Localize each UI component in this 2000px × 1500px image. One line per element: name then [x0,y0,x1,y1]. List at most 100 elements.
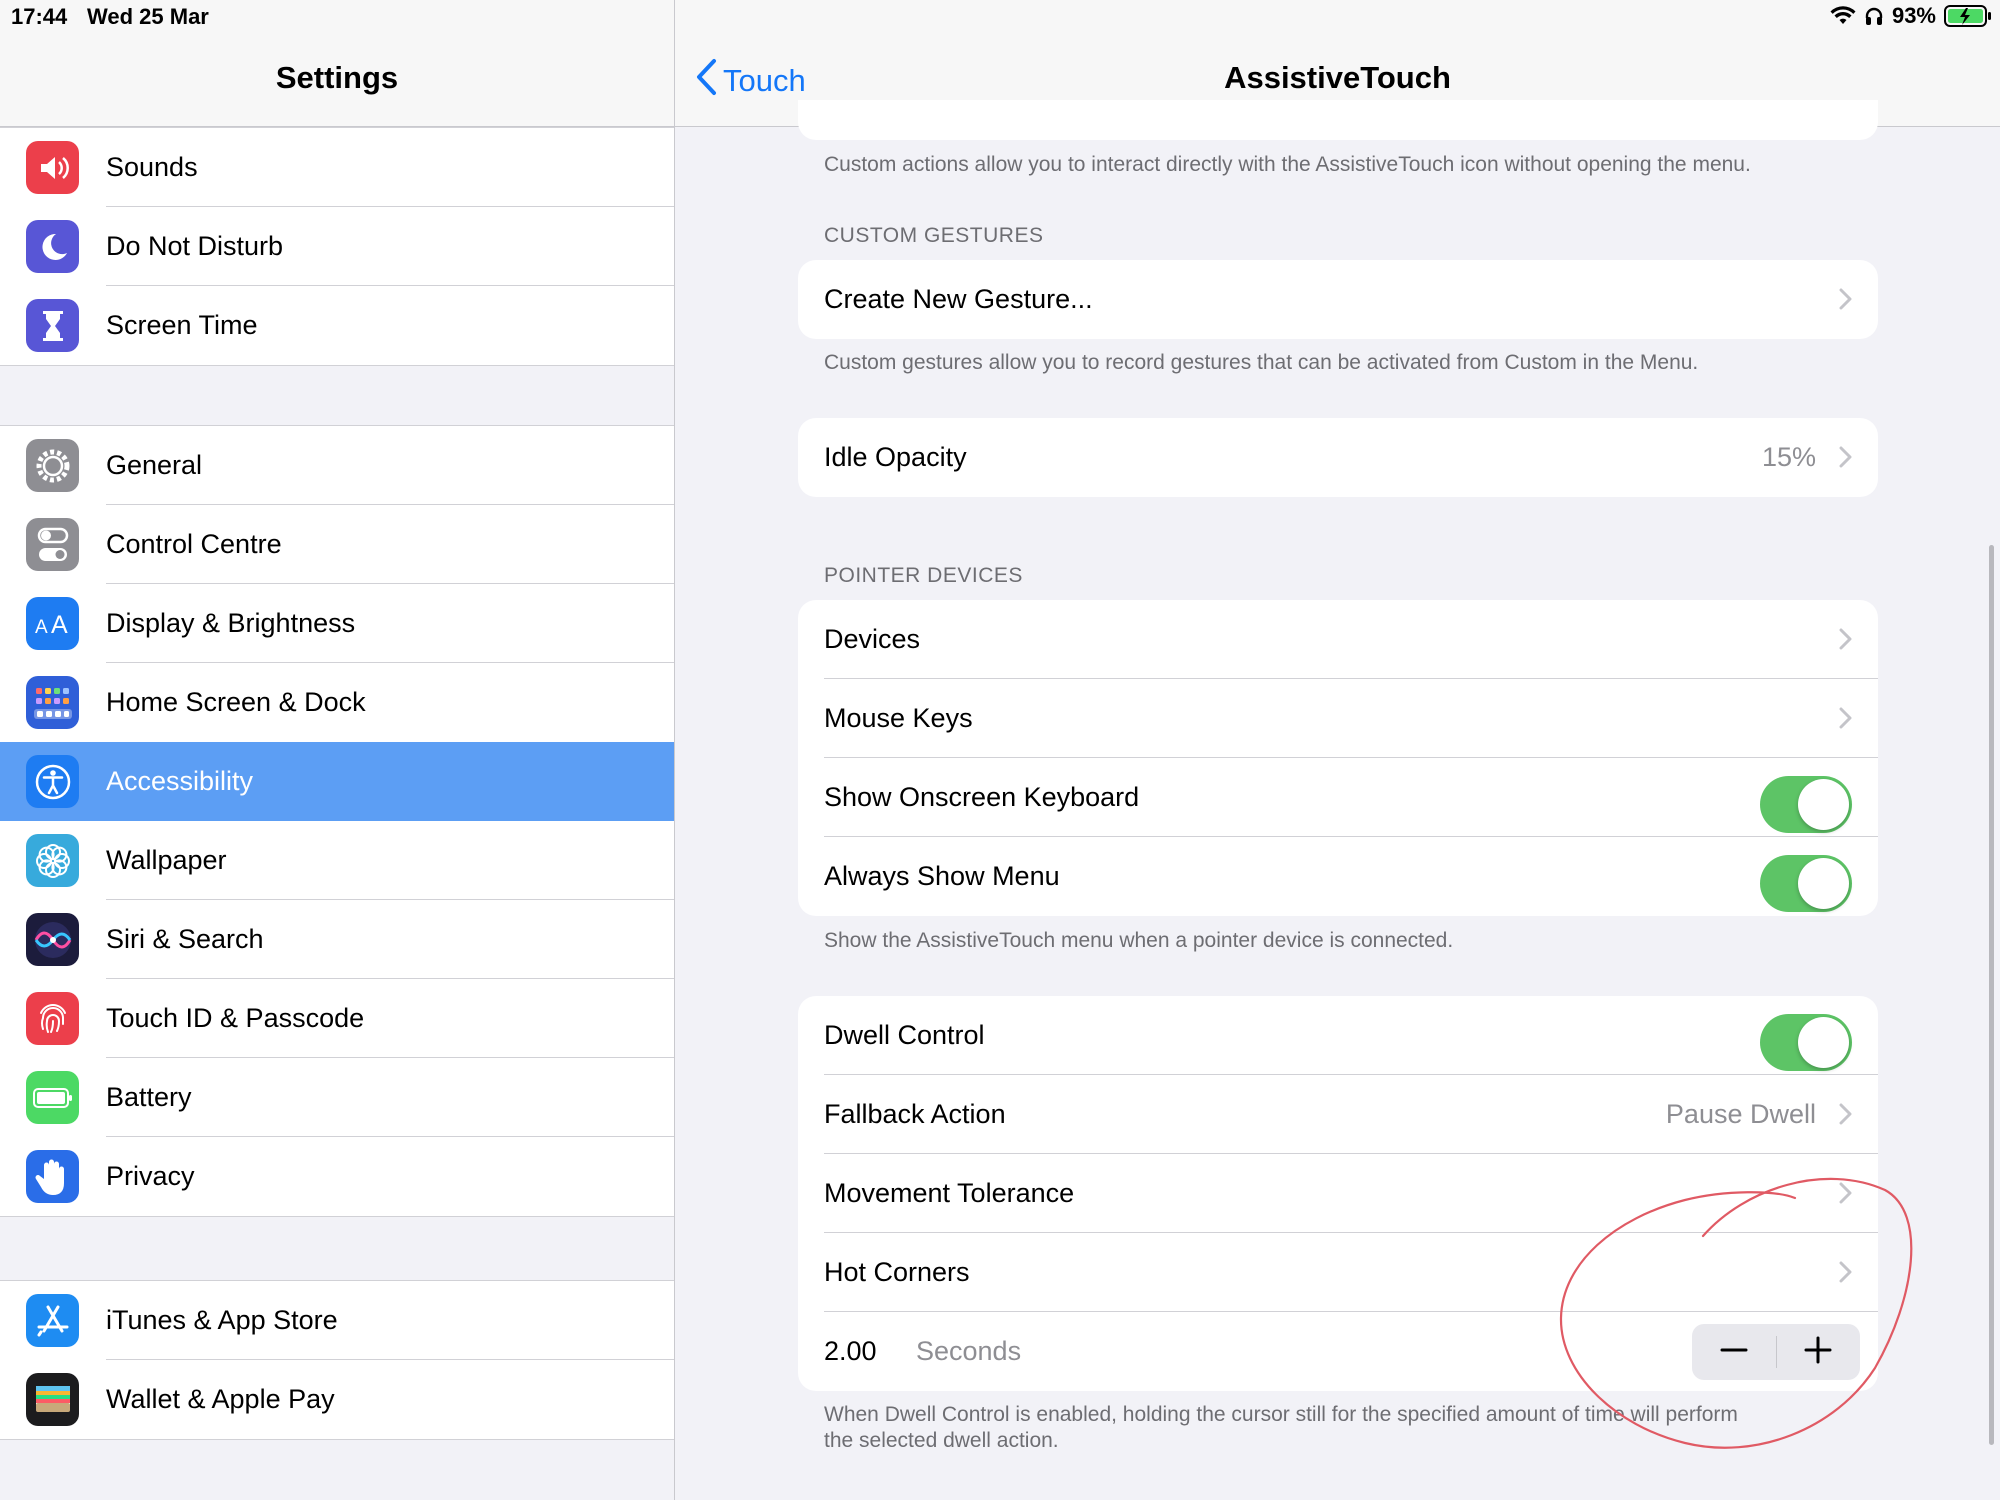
sidebar-item-wallet-apple-pay[interactable]: Wallet & Apple Pay [0,1360,674,1439]
sidebar-item-do-not-disturb[interactable]: Do Not Disturb [0,207,674,286]
custom-gestures-note: Custom gestures allow you to record gest… [824,351,1699,374]
wallet-icon [26,1373,79,1426]
sidebar-item-touch-id-passcode[interactable]: Touch ID & Passcode [0,979,674,1058]
dwell-time-row: 2.00 Seconds [798,1312,1878,1391]
sidebar-item-wallpaper[interactable]: Wallpaper [0,821,674,900]
devices-label: Devices [824,624,921,654]
always-show-menu-label: Always Show Menu [824,861,1060,891]
sidebar-item-label: Wallet & Apple Pay [106,1384,335,1414]
sidebar-group-2: General Control Centre AA Display & Brig… [0,425,674,1217]
show-onscreen-keyboard-toggle[interactable] [1760,776,1852,833]
status-indicators: 93% [1830,3,1992,29]
custom-actions-card [798,100,1878,140]
sidebar-group-3: iTunes & App Store Wallet & Apple Pay [0,1280,674,1440]
svg-text:A: A [35,617,48,638]
devices-row[interactable]: Devices [798,600,1878,679]
always-show-menu-row: Always Show Menu [798,837,1878,916]
hand-icon [26,1150,79,1203]
idle-opacity-row[interactable]: Idle Opacity 15% [798,418,1878,497]
hourglass-icon [26,299,79,352]
mouse-keys-label: Mouse Keys [824,703,973,733]
idle-opacity-card: Idle Opacity 15% [798,418,1878,497]
sidebar-title: Settings [275,60,399,95]
chevron-right-icon [1838,1261,1852,1288]
status-time: 17:44 [11,4,68,29]
sidebar-item-label: Touch ID & Passcode [106,1003,365,1033]
battery-icon [26,1071,79,1124]
fallback-action-value: Pause Dwell [1665,1099,1816,1129]
dwell-control-toggle[interactable] [1760,1014,1852,1071]
sidebar-item-itunes-app-store[interactable]: iTunes & App Store [0,1281,674,1360]
dwell-control-row: Dwell Control [798,996,1878,1075]
chevron-right-icon [1838,1182,1852,1209]
sidebar-item-screen-time[interactable]: Screen Time [0,286,674,365]
sidebar-item-privacy[interactable]: Privacy [0,1137,674,1216]
sidebar-item-home-screen-dock[interactable]: Home Screen & Dock [0,663,674,742]
sidebar-item-label: Home Screen & Dock [106,687,366,717]
dwell-control-note-line2: the selected dwell action. [824,1429,1059,1452]
fallback-action-row[interactable]: Fallback Action Pause Dwell [798,1075,1878,1154]
sidebar-item-label: iTunes & App Store [106,1305,338,1335]
headphones-icon [1864,6,1884,26]
movement-tolerance-row[interactable]: Movement Tolerance [798,1154,1878,1233]
settings-sidebar: Settings Sounds Do Not Disturb Screen Ti… [0,0,675,1500]
show-onscreen-keyboard-row: Show Onscreen Keyboard [798,758,1878,837]
dwell-control-note: When Dwell Control is enabled, holding t… [824,1402,2000,1454]
idle-opacity-label: Idle Opacity [824,442,967,472]
chevron-right-icon [1838,446,1852,473]
custom-gestures-header: CUSTOM GESTURES [824,224,1044,247]
text-size-icon: AA [26,597,79,650]
sidebar-item-label: Do Not Disturb [106,231,284,261]
accessibility-icon [26,755,79,808]
app-grid-icon [26,676,79,729]
minus-icon [1720,1336,1748,1369]
scrollbar[interactable] [1989,545,1994,1445]
sidebar-item-label: Sounds [106,152,198,182]
sidebar-item-sounds[interactable]: Sounds [0,128,674,207]
show-onscreen-keyboard-label: Show Onscreen Keyboard [824,782,1140,812]
sidebar-item-siri-search[interactable]: Siri & Search [0,900,674,979]
dwell-time-value: 2.00 [824,1336,877,1366]
page-title: AssistiveTouch [1224,60,1451,95]
decrement-button[interactable] [1692,1324,1776,1380]
chevron-right-icon [1838,707,1852,734]
fingerprint-icon [26,992,79,1045]
hot-corners-row[interactable]: Hot Corners [798,1233,1878,1312]
status-date: Wed 25 Mar [87,4,209,29]
sidebar-item-control-centre[interactable]: Control Centre [0,505,674,584]
pointer-devices-note: Show the AssistiveTouch menu when a poin… [824,929,1454,952]
dwell-control-card: Dwell Control Fallback Action Pause Dwel… [798,996,1878,1391]
fallback-action-label: Fallback Action [824,1099,1006,1129]
idle-opacity-value: 15% [1761,442,1816,472]
sidebar-item-accessibility[interactable]: Accessibility [0,742,674,821]
dwell-time-stepper [1692,1324,1860,1380]
svg-text:A: A [51,611,68,639]
toggle-knob [1798,779,1849,830]
flower-icon [26,834,79,887]
sidebar-item-label: Battery [106,1082,192,1112]
sidebar-item-display-brightness[interactable]: AA Display & Brightness [0,584,674,663]
app-store-icon [26,1294,79,1347]
always-show-menu-toggle[interactable] [1760,855,1852,912]
toggle-knob [1798,858,1849,909]
chevron-right-icon [1838,288,1852,315]
movement-tolerance-label: Movement Tolerance [824,1178,1075,1208]
sidebar-item-battery[interactable]: Battery [0,1058,674,1137]
mouse-keys-row[interactable]: Mouse Keys [798,679,1878,758]
increment-button[interactable] [1777,1324,1861,1380]
dwell-control-label: Dwell Control [824,1020,985,1050]
chevron-right-icon [1838,1103,1852,1130]
pointer-devices-header: POINTER DEVICES [824,564,1023,587]
create-new-gesture-row[interactable]: Create New Gesture... [798,260,1878,339]
pointer-devices-card: Devices Mouse Keys Show Onscreen Keyboar… [798,600,1878,916]
sidebar-item-general[interactable]: General [0,426,674,505]
sidebar-item-label: Privacy [106,1161,195,1191]
sidebar-group-1: Sounds Do Not Disturb Screen Time [0,127,674,366]
status-bar: 17:44 Wed 25 Mar 93% [0,0,2000,36]
gear-icon [26,439,79,492]
plus-icon [1804,1336,1832,1369]
sidebar-item-label: Screen Time [106,310,258,340]
siri-icon [26,913,79,966]
hot-corners-label: Hot Corners [824,1257,970,1287]
custom-actions-note: Custom actions allow you to interact dir… [824,153,1751,176]
